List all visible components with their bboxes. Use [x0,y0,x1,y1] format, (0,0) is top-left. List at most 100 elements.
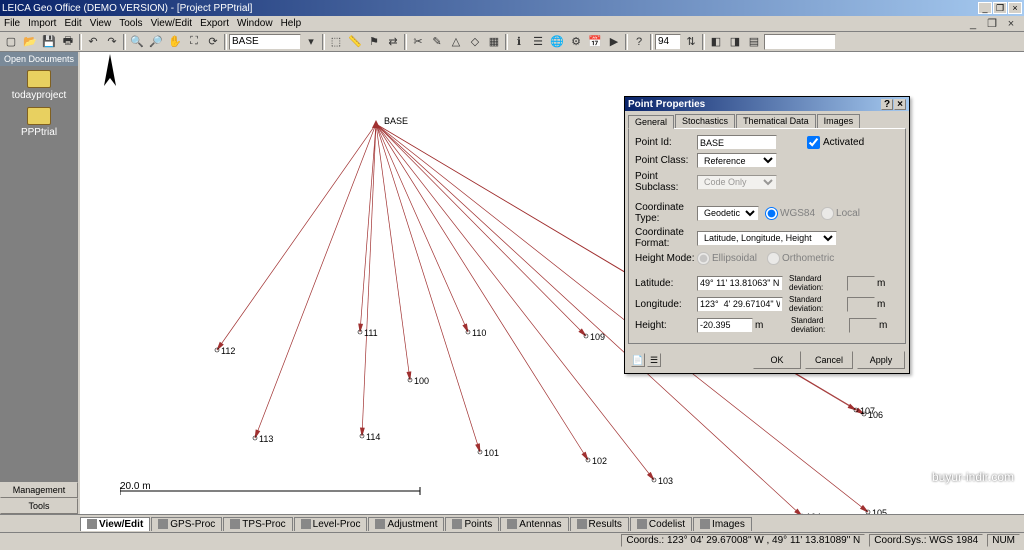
globe-icon[interactable]: 🌐 [548,33,566,51]
info-icon[interactable]: ℹ [510,33,528,51]
dialog-close-button[interactable]: × [894,99,906,110]
dlg-tab-thematical[interactable]: Thematical Data [736,114,816,128]
bottom-tabs: View/Edit GPS-Proc TPS-Proc Level-Proc A… [0,514,1024,532]
play-icon[interactable]: ▶ [605,33,623,51]
dlg-report-icon[interactable]: 📄 [631,353,645,367]
settings-icon[interactable]: ⚙ [567,33,585,51]
child-restore-button[interactable]: ❐ [983,15,1001,33]
dlg-tab-images[interactable]: Images [817,114,861,128]
close-button[interactable]: × [1008,2,1022,14]
apply-button[interactable]: Apply [857,351,905,369]
tab-images[interactable]: Images [693,517,752,531]
t3-icon[interactable]: ▤ [745,33,763,51]
menu-view[interactable]: View [90,18,112,29]
lbl-wgs: WGS84 [780,208,815,219]
menu-file[interactable]: File [4,18,20,29]
lbl-sub: Point Subclass: [635,171,697,193]
app-title: LEICA Geo Office (DEMO VERSION) - [Proje… [2,3,252,14]
save-icon[interactable]: 💾 [40,33,58,51]
select-icon[interactable]: ⬚ [327,33,345,51]
menu-help[interactable]: Help [281,18,302,29]
new-icon[interactable]: ▢ [2,33,20,51]
menu-tools[interactable]: Tools [119,18,142,29]
scale-value[interactable] [655,34,681,50]
tab-points[interactable]: Points [445,517,499,531]
sel-subclass: Code Only [697,175,777,190]
svg-text:112: 112 [221,346,235,356]
flag-icon[interactable]: ⚑ [365,33,383,51]
layers-icon[interactable]: ☰ [529,33,547,51]
tab-codelist[interactable]: Codelist [630,517,692,531]
sidebar-management[interactable]: Management [0,482,78,498]
sel-ctype[interactable]: Geodetic [697,206,759,221]
edit-icon[interactable]: ✎ [428,33,446,51]
help-icon[interactable]: ? [630,33,648,51]
calendar-icon[interactable]: 📅 [586,33,604,51]
tab-levelproc[interactable]: Level-Proc [294,517,368,531]
redo-icon[interactable]: ↷ [103,33,121,51]
refresh-icon[interactable]: ⟳ [204,33,222,51]
point-properties-dialog: Point Properties ? × General Stochastics… [624,96,910,374]
svg-text:113: 113 [259,434,273,444]
grid-icon[interactable]: ▦ [485,33,503,51]
input-pointid[interactable] [697,135,777,150]
cancel-button[interactable]: Cancel [805,351,853,369]
tab-antennas[interactable]: Antennas [500,517,568,531]
sidebar-project-todayproject[interactable]: todayproject [12,70,66,101]
lbl-sd2: Standard deviation: [789,295,847,313]
print-icon[interactable]: 🖶 [59,33,77,51]
point-combo[interactable] [229,34,301,50]
input-lat[interactable] [697,276,783,291]
radio-ellip [697,252,710,265]
chk-activated[interactable] [807,136,820,149]
ok-button[interactable]: OK [753,351,801,369]
combo2[interactable] [764,34,836,50]
tri-icon[interactable]: △ [447,33,465,51]
zoomfit-icon[interactable]: ⛶ [185,33,203,51]
radio-wgs[interactable] [765,207,778,220]
menu-edit[interactable]: Edit [64,18,81,29]
sel-class[interactable]: Reference [697,153,777,168]
tab-tpsproc[interactable]: TPS-Proc [223,517,292,531]
cut-icon[interactable]: ✂ [409,33,427,51]
t2-icon[interactable]: ◨ [726,33,744,51]
undo-icon[interactable]: ↶ [84,33,102,51]
dlg-list-icon[interactable]: ☰ [647,353,661,367]
child-minimize-button[interactable]: _ [964,15,982,33]
dropdown-icon[interactable]: ▾ [302,33,320,51]
link-icon[interactable]: ⇄ [384,33,402,51]
tab-viewedit[interactable]: View/Edit [80,517,150,531]
input-lon[interactable] [697,297,783,312]
child-close-button[interactable]: × [1002,15,1020,33]
input-hgt[interactable] [697,318,753,333]
menu-import[interactable]: Import [28,18,56,29]
lbl-sd1: Standard deviation: [789,274,847,292]
menu-viewedit[interactable]: View/Edit [151,18,193,29]
menu-export[interactable]: Export [200,18,229,29]
dlg-tab-stochastics[interactable]: Stochastics [675,114,735,128]
zoomout-icon[interactable]: 🔎 [147,33,165,51]
dlg-tab-general[interactable]: General [628,115,674,129]
dialog-titlebar[interactable]: Point Properties ? × [625,97,909,111]
sidebar-tools[interactable]: Tools [0,498,78,514]
tab-adjustment[interactable]: Adjustment [368,517,444,531]
menu-window[interactable]: Window [237,18,273,29]
t1-icon[interactable]: ◧ [707,33,725,51]
node-icon[interactable]: ◇ [466,33,484,51]
restore-button[interactable]: ❐ [993,2,1007,14]
tab-gpsproc[interactable]: GPS-Proc [151,517,222,531]
minimize-button[interactable]: _ [978,2,992,14]
sidebar-head: Open Documents [0,52,78,66]
pan-icon[interactable]: ✋ [166,33,184,51]
tab-results[interactable]: Results [570,517,629,531]
scale-bar: 20.0 m [120,483,151,492]
lbl-class: Point Class: [635,155,697,166]
zoomin-icon[interactable]: 🔍 [128,33,146,51]
dialog-help-button[interactable]: ? [881,99,893,110]
watermark: buyur-indir.com [932,470,1014,484]
measure-icon[interactable]: 📏 [346,33,364,51]
updown-icon[interactable]: ⇅ [682,33,700,51]
open-icon[interactable]: 📂 [21,33,39,51]
sidebar-project-ppptrial[interactable]: PPPtrial [21,107,57,138]
sel-cfmt[interactable]: Latitude, Longitude, Height [697,231,837,246]
